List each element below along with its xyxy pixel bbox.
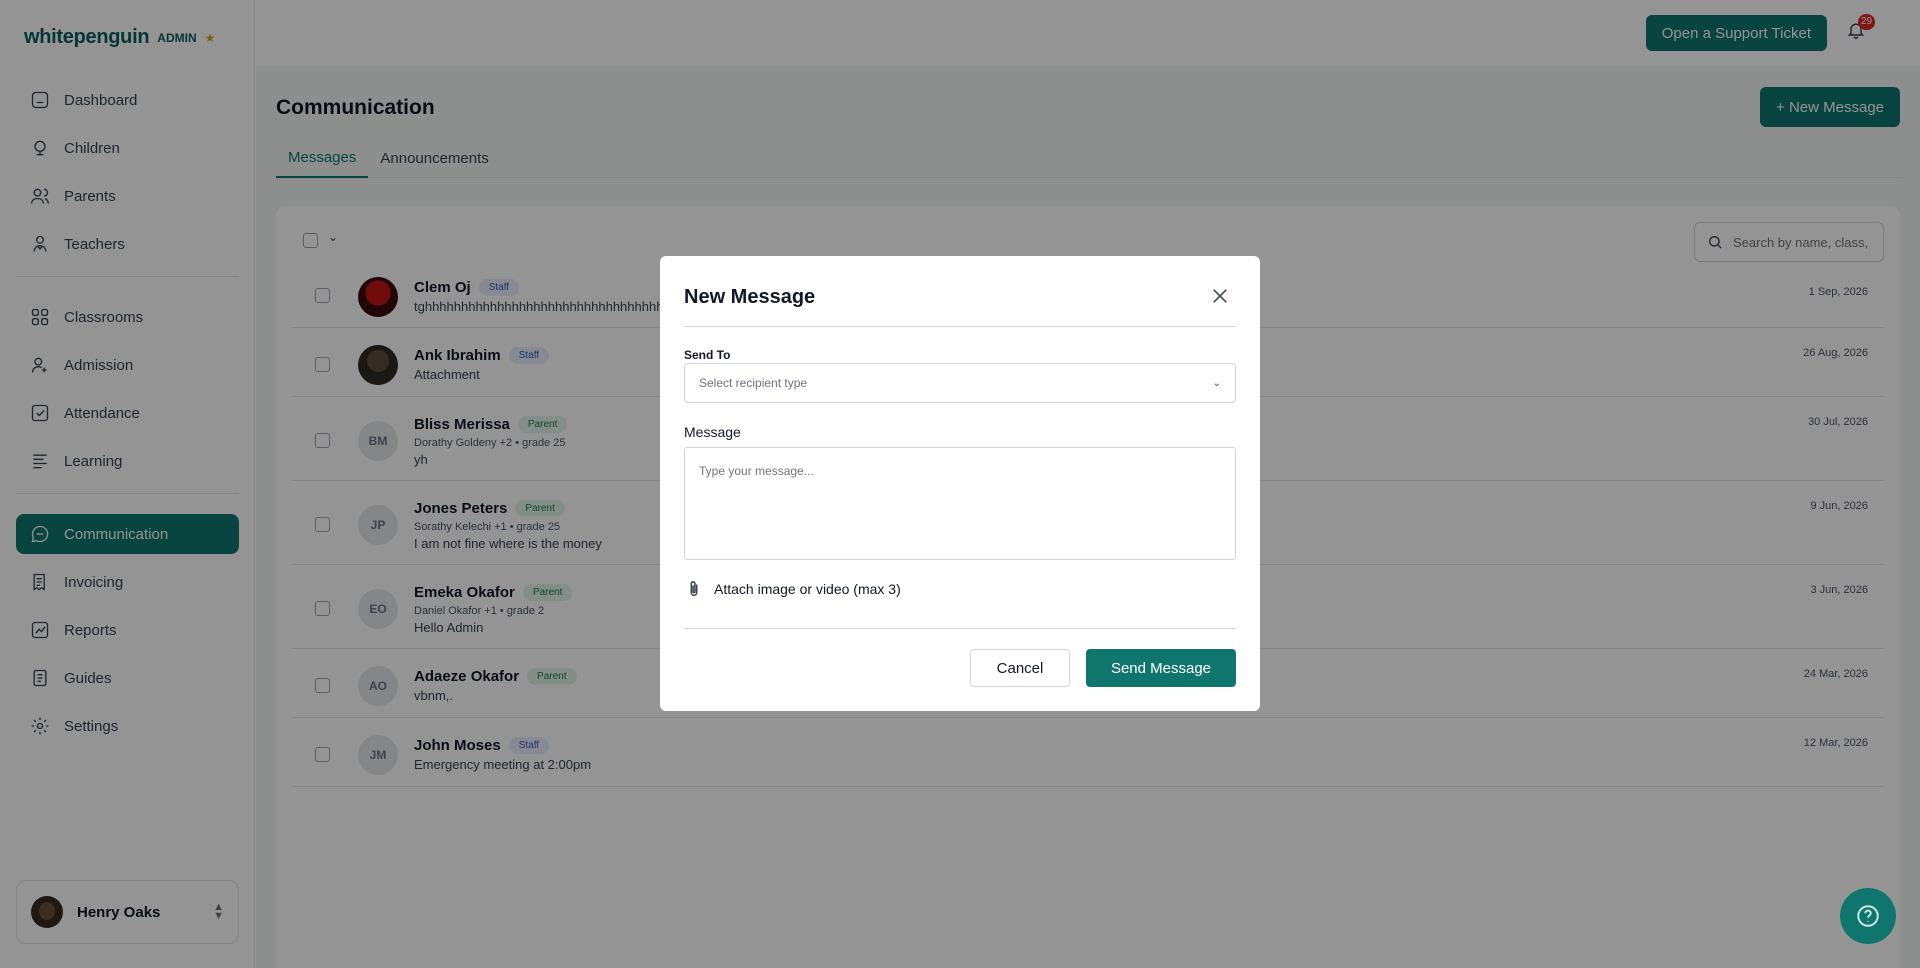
divider bbox=[684, 628, 1236, 629]
message-textarea[interactable] bbox=[684, 447, 1236, 560]
send-message-button[interactable]: Send Message bbox=[1086, 649, 1236, 687]
send-to-label: Send To bbox=[684, 348, 731, 362]
paperclip-icon bbox=[690, 581, 698, 596]
question-icon bbox=[1857, 905, 1879, 927]
recipient-type-select[interactable]: Select recipient type ⌄ bbox=[684, 363, 1236, 403]
dialog-title: New Message bbox=[684, 286, 816, 308]
divider bbox=[684, 326, 1236, 327]
message-label: Message bbox=[684, 424, 741, 440]
new-message-dialog: New Message Send To Select recipient typ… bbox=[660, 256, 1260, 711]
attach-label: Attach image or video (max 3) bbox=[714, 581, 901, 597]
chevron-down-icon: ⌄ bbox=[1212, 377, 1221, 389]
close-icon bbox=[1213, 289, 1227, 303]
close-button[interactable] bbox=[1210, 287, 1230, 307]
help-button[interactable] bbox=[1840, 888, 1896, 944]
cancel-button[interactable]: Cancel bbox=[970, 649, 1070, 687]
select-placeholder: Select recipient type bbox=[699, 376, 808, 390]
attach-media-button[interactable]: Attach image or video (max 3) bbox=[686, 580, 901, 598]
